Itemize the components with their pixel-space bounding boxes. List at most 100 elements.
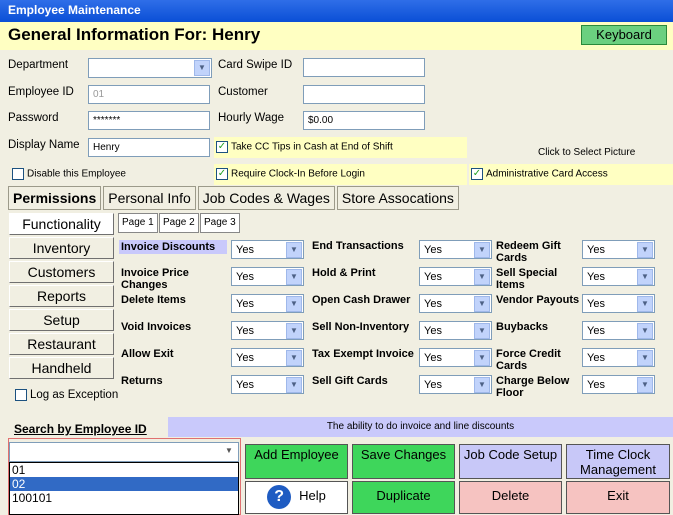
permission-label[interactable]: Sell Non-Inventory: [312, 321, 420, 333]
permission-select[interactable]: Yes ▼: [419, 294, 492, 313]
chevron-down-icon[interactable]: ▼: [286, 377, 302, 393]
chevron-down-icon[interactable]: ▼: [637, 269, 653, 285]
permission-select[interactable]: Yes ▼: [231, 240, 304, 259]
permission-label[interactable]: Hold & Print: [312, 267, 420, 279]
permission-label[interactable]: Sell Gift Cards: [312, 375, 420, 387]
exit-button[interactable]: Exit: [566, 481, 670, 514]
side-inventory-button[interactable]: Inventory: [9, 237, 114, 259]
checkmark-icon: ✓: [471, 168, 483, 180]
disable-employee-checkbox[interactable]: Disable this Employee: [12, 168, 126, 180]
permission-label[interactable]: Sell Special Items: [496, 267, 580, 291]
permission-label[interactable]: Invoice Price Changes: [121, 267, 229, 291]
permission-label[interactable]: Force Credit Cards: [496, 348, 580, 372]
chevron-down-icon[interactable]: ▼: [637, 296, 653, 312]
permission-label[interactable]: Allow Exit: [121, 348, 229, 360]
save-changes-button[interactable]: Save Changes: [352, 444, 455, 479]
permission-select[interactable]: Yes ▼: [582, 294, 655, 313]
tab-job-codes[interactable]: Job Codes & Wages: [197, 186, 335, 210]
side-functionality-button[interactable]: Functionality: [9, 213, 114, 235]
chevron-down-icon[interactable]: ▼: [474, 242, 490, 258]
permission-select[interactable]: Yes ▼: [582, 240, 655, 259]
permission-label[interactable]: Redeem Gift Cards: [496, 240, 580, 264]
search-employee-select[interactable]: ▼: [9, 442, 239, 462]
select-picture-label[interactable]: Click to Select Picture: [538, 147, 635, 158]
permission-label[interactable]: Tax Exempt Invoice: [312, 348, 420, 360]
side-restaurant-button[interactable]: Restaurant: [9, 333, 114, 355]
add-employee-button[interactable]: Add Employee: [245, 444, 348, 479]
permission-select[interactable]: Yes ▼: [582, 348, 655, 367]
chevron-down-icon[interactable]: ▼: [286, 350, 302, 366]
page-1-tab[interactable]: Page 1: [118, 213, 158, 233]
chevron-down-icon[interactable]: ▼: [286, 323, 302, 339]
chevron-down-icon[interactable]: ▼: [286, 296, 302, 312]
permission-select[interactable]: Yes ▼: [419, 321, 492, 340]
side-customers-button[interactable]: Customers: [9, 261, 114, 283]
chevron-down-icon[interactable]: ▼: [637, 323, 653, 339]
chevron-down-icon[interactable]: ▼: [474, 323, 490, 339]
checkmark-icon: ✓: [216, 141, 228, 153]
chevron-down-icon[interactable]: ▼: [637, 377, 653, 393]
employee-list[interactable]: 01 02 100101: [9, 462, 239, 515]
tab-store-associations[interactable]: Store Assocations: [336, 186, 459, 210]
permission-label[interactable]: Vendor Payouts: [496, 294, 580, 306]
chevron-down-icon[interactable]: ▼: [474, 350, 490, 366]
permission-label[interactable]: Returns: [121, 375, 229, 387]
tab-permissions[interactable]: Permissions: [8, 186, 102, 210]
side-setup-button[interactable]: Setup: [9, 309, 114, 331]
customer-input[interactable]: [303, 85, 425, 104]
page-2-tab[interactable]: Page 2: [159, 213, 199, 233]
permission-select[interactable]: Yes ▼: [419, 240, 492, 259]
delete-button[interactable]: Delete: [459, 481, 562, 514]
chevron-down-icon[interactable]: ▼: [474, 269, 490, 285]
duplicate-button[interactable]: Duplicate: [352, 481, 455, 514]
chevron-down-icon[interactable]: ▼: [474, 377, 490, 393]
tab-personal-info[interactable]: Personal Info: [103, 186, 196, 210]
cc-tips-checkbox[interactable]: ✓ Take CC Tips in Cash at End of Shift: [214, 137, 467, 158]
permission-select[interactable]: Yes ▼: [231, 375, 304, 394]
permission-label[interactable]: Open Cash Drawer: [312, 294, 420, 306]
permission-label[interactable]: Charge Below Floor: [496, 375, 580, 399]
list-item[interactable]: 01: [10, 463, 238, 477]
list-item[interactable]: 02: [10, 477, 238, 491]
card-swipe-input[interactable]: [303, 58, 425, 77]
chevron-down-icon[interactable]: ▼: [194, 60, 210, 76]
hourly-wage-input[interactable]: $0.00: [303, 111, 425, 130]
permission-select[interactable]: Yes ▼: [582, 375, 655, 394]
employee-id-input[interactable]: 01: [88, 85, 210, 104]
chevron-down-icon[interactable]: ▼: [286, 269, 302, 285]
chevron-down-icon[interactable]: ▼: [286, 242, 302, 258]
permission-label[interactable]: Void Invoices: [121, 321, 229, 333]
chevron-down-icon[interactable]: ▼: [637, 242, 653, 258]
permission-select[interactable]: Yes ▼: [231, 294, 304, 313]
log-exception-checkbox[interactable]: Log as Exception: [15, 389, 118, 401]
permission-value: Yes: [236, 325, 254, 337]
display-name-input[interactable]: Henry: [88, 138, 210, 157]
time-clock-button[interactable]: Time Clock Management: [566, 444, 670, 479]
permission-label[interactable]: Buybacks: [496, 321, 580, 333]
side-handheld-button[interactable]: Handheld: [9, 357, 114, 379]
chevron-down-icon[interactable]: ▼: [637, 350, 653, 366]
permission-select[interactable]: Yes ▼: [419, 348, 492, 367]
password-input[interactable]: *******: [88, 111, 210, 130]
permission-label[interactable]: Delete Items: [121, 294, 229, 306]
permission-label[interactable]: End Transactions: [312, 240, 420, 252]
permission-select[interactable]: Yes ▼: [419, 375, 492, 394]
help-button[interactable]: ? Help: [245, 481, 348, 514]
permission-select[interactable]: Yes ▼: [231, 348, 304, 367]
permission-select[interactable]: Yes ▼: [582, 267, 655, 286]
permission-label[interactable]: Invoice Discounts: [119, 240, 227, 254]
require-clockin-checkbox[interactable]: ✓ Require Clock-In Before Login: [214, 164, 467, 185]
job-code-setup-button[interactable]: Job Code Setup: [459, 444, 562, 479]
permission-select[interactable]: Yes ▼: [231, 321, 304, 340]
permission-select[interactable]: Yes ▼: [419, 267, 492, 286]
admin-card-checkbox[interactable]: ✓ Administrative Card Access: [469, 164, 673, 185]
department-select[interactable]: ▼: [88, 58, 212, 78]
keyboard-button[interactable]: Keyboard: [581, 25, 667, 45]
chevron-down-icon[interactable]: ▼: [221, 444, 237, 460]
list-item[interactable]: 100101: [10, 491, 238, 505]
permission-select[interactable]: Yes ▼: [231, 267, 304, 286]
permission-select[interactable]: Yes ▼: [582, 321, 655, 340]
chevron-down-icon[interactable]: ▼: [474, 296, 490, 312]
side-reports-button[interactable]: Reports: [9, 285, 114, 307]
page-3-tab[interactable]: Page 3: [200, 213, 240, 233]
